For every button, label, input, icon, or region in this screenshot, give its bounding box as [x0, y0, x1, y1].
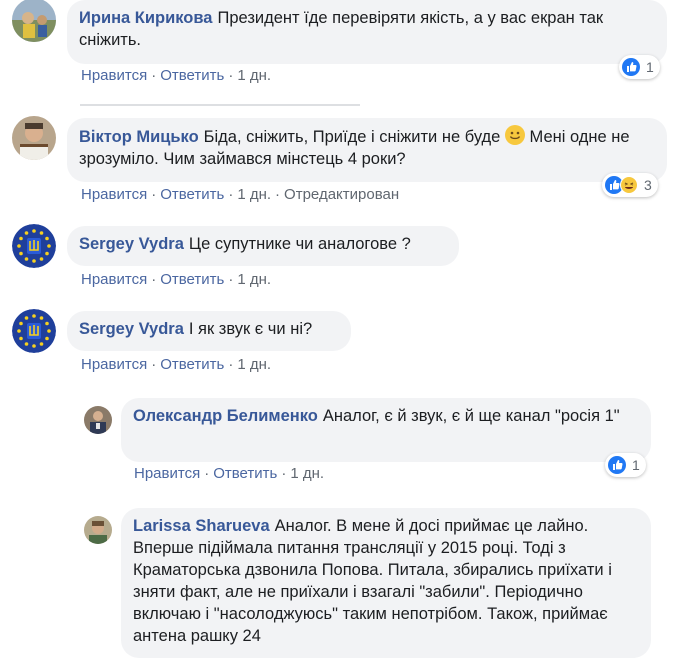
avatar[interactable] [12, 224, 56, 268]
avatar[interactable] [12, 0, 56, 42]
reactions-badge[interactable]: 1 [619, 55, 660, 79]
avatar-photo-icon [84, 516, 112, 544]
timestamp[interactable]: 1 дн. [237, 67, 271, 84]
reply-bubble: Олександр Белименко Аналог, є й звук, є й… [121, 398, 651, 462]
timestamp[interactable]: 1 дн. [290, 465, 324, 482]
reactions-count: 1 [646, 59, 654, 75]
reply-link[interactable]: Ответить [160, 186, 224, 203]
reply-link[interactable]: Ответить [160, 271, 224, 288]
comment-author[interactable]: Sergey Vydra [79, 235, 184, 253]
eu-flag-trident-icon [12, 309, 56, 353]
comment-bubble: Sergey Vydra І як звук є чи ні? [67, 311, 351, 351]
comment-text: Це супутнике чи аналогове ? [188, 235, 411, 253]
comment-author[interactable]: Віктор Мицько [79, 128, 199, 146]
edited-label[interactable]: Отредактирован [284, 186, 399, 203]
like-icon [622, 58, 640, 76]
comment-author[interactable]: Sergey Vydra [79, 320, 184, 338]
smile-emoji-icon [504, 125, 525, 145]
reply-link[interactable]: Ответить [160, 356, 224, 373]
like-link[interactable]: Нравится [134, 465, 200, 482]
like-link[interactable]: Нравится [81, 67, 147, 84]
avatar[interactable] [12, 116, 56, 160]
comment-text: І як звук є чи ні? [188, 320, 313, 338]
comment-text: Біда, сніжить, Приїде і сніжити не буде [203, 128, 501, 146]
comment-actions: Нравится · Ответить · 1 дн. [81, 356, 272, 373]
comment-actions: Нравится · Ответить · 1 дн. [81, 271, 272, 288]
reactions-badge[interactable]: 1 [605, 453, 646, 477]
reply-author[interactable]: Олександр Белименко [133, 407, 318, 425]
comment-bubble: Sergey Vydra Це супутнике чи аналогове ? [67, 226, 459, 266]
like-link[interactable]: Нравится [81, 186, 147, 203]
avatar-photo-icon [12, 116, 56, 160]
avatar-photo-icon [12, 0, 56, 42]
comment-actions: Нравится · Ответить · 1 дн. [81, 67, 272, 84]
reply-link[interactable]: Ответить [160, 67, 224, 84]
timestamp[interactable]: 1 дн. [237, 186, 271, 203]
comment-actions: Нравится · Ответить · 1 дн. · Отредактирован [81, 186, 400, 203]
comment-bubble: Віктор Мицько Біда, сніжить, Приїде і сні… [67, 118, 667, 182]
timestamp[interactable]: 1 дн. [237, 356, 271, 373]
like-icon [608, 456, 626, 474]
reactions-count: 1 [632, 457, 640, 473]
reply-text: Аналог. В мене й досі приймає це лайно. … [133, 517, 612, 645]
eu-flag-trident-icon [12, 224, 56, 268]
avatar[interactable] [12, 309, 56, 353]
reply-actions: Нравится · Ответить · 1 дн. [134, 465, 325, 482]
avatar[interactable] [84, 516, 112, 544]
reply-author[interactable]: Larissa Sharueva [133, 517, 270, 535]
comment-bubble: Ирина Кирикова Президент їде перевіряти я… [67, 0, 667, 64]
divider [80, 104, 360, 106]
haha-icon [620, 176, 638, 194]
reactions-count: 3 [644, 177, 652, 193]
reply-text: Аналог, є й звук, є й ще канал "росія 1" [322, 407, 620, 425]
timestamp[interactable]: 1 дн. [237, 271, 271, 288]
reply-bubble: Larissa Sharueva Аналог. В мене й досі пр… [121, 508, 651, 658]
comment-author[interactable]: Ирина Кирикова [79, 9, 212, 27]
like-link[interactable]: Нравится [81, 271, 147, 288]
like-link[interactable]: Нравится [81, 356, 147, 373]
avatar-photo-icon [84, 406, 112, 434]
reply-link[interactable]: Ответить [213, 465, 277, 482]
reactions-badge[interactable]: 3 [602, 173, 658, 197]
avatar[interactable] [84, 406, 112, 434]
